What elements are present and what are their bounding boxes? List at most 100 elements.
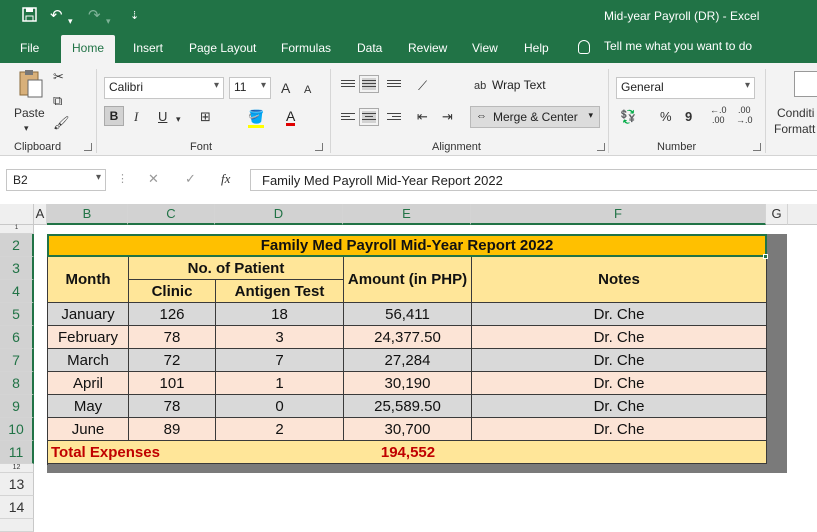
borders-icon[interactable]: ⊞ — [200, 109, 211, 125]
underline-dropdown-icon[interactable]: ▾ — [176, 111, 181, 127]
column-header-b[interactable]: B — [47, 204, 128, 225]
total-label-cell[interactable]: Total Expenses — [48, 441, 344, 464]
select-all-corner[interactable] — [0, 204, 34, 225]
conditional-formatting-icon[interactable] — [794, 71, 817, 97]
merge-dropdown-icon[interactable]: ▾ — [588, 110, 593, 121]
row-header-1[interactable]: 1 — [0, 225, 34, 234]
percent-style-button[interactable]: % — [660, 109, 672, 125]
conditional-formatting-label[interactable]: Conditi — [777, 105, 814, 121]
number-launcher-icon[interactable] — [753, 143, 761, 151]
header-clinic[interactable]: Clinic — [129, 280, 216, 303]
row-header-10[interactable]: 10 — [0, 418, 34, 441]
number-format-select[interactable]: General — [616, 77, 755, 99]
cell-notes[interactable]: Dr. Che — [472, 303, 767, 326]
accounting-format-icon[interactable]: 💱 — [620, 109, 636, 125]
column-header-h[interactable] — [788, 204, 817, 225]
cut-icon[interactable]: ✂ — [53, 69, 64, 85]
decrease-indent-icon[interactable]: ⇤ — [417, 109, 428, 125]
header-antigen[interactable]: Antigen Test — [216, 280, 344, 303]
redo-icon[interactable]: ↷ — [88, 7, 101, 25]
tab-review[interactable]: Review — [408, 41, 447, 55]
cell-clinic[interactable]: 78 — [129, 326, 216, 349]
cell-clinic[interactable]: 89 — [129, 418, 216, 441]
column-header-d[interactable]: D — [215, 204, 343, 225]
wrap-text-button[interactable]: Wrap Text — [492, 78, 546, 92]
row-header-4[interactable]: 4 — [0, 280, 34, 303]
row-header-7[interactable]: 7 — [0, 349, 34, 372]
middle-align-icon[interactable] — [359, 75, 379, 93]
row-header-13[interactable]: 13 — [0, 473, 34, 496]
cell-amount[interactable]: 24,377.50 — [344, 326, 472, 349]
header-month[interactable]: Month — [48, 257, 129, 303]
tab-file[interactable]: File — [20, 41, 39, 55]
tab-help[interactable]: Help — [524, 41, 549, 55]
cell-amount[interactable]: 56,411 — [344, 303, 472, 326]
cell-antigen[interactable]: 0 — [216, 395, 344, 418]
redo-dropdown-icon[interactable]: ▾ — [106, 12, 111, 30]
cell-antigen[interactable]: 7 — [216, 349, 344, 372]
row-header-9[interactable]: 9 — [0, 395, 34, 418]
cell-antigen[interactable]: 1 — [216, 372, 344, 395]
cell-antigen[interactable]: 2 — [216, 418, 344, 441]
format-painter-icon[interactable]: 🖌 — [53, 115, 70, 131]
top-align-icon[interactable] — [341, 78, 355, 90]
report-title-cell[interactable]: Family Med Payroll Mid-Year Report 2022 — [47, 234, 767, 257]
paste-label[interactable]: Paste — [14, 105, 45, 121]
wrap-text-icon[interactable]: ab — [474, 78, 486, 94]
formatting-label[interactable]: Formatt — [774, 121, 815, 137]
tab-insert[interactable]: Insert — [133, 41, 163, 55]
column-header-e[interactable]: E — [343, 204, 471, 225]
save-icon[interactable] — [22, 7, 37, 27]
total-notes-cell[interactable] — [472, 441, 767, 464]
undo-icon[interactable]: ↶ — [50, 7, 63, 25]
cell-month[interactable]: April — [48, 372, 129, 395]
align-center-icon[interactable] — [359, 108, 379, 126]
row-header-12[interactable]: 12 — [0, 464, 34, 473]
increase-decimal-icon[interactable]: ←.0.00 — [710, 105, 727, 125]
font-size-select[interactable]: 11 — [229, 77, 271, 99]
cell-notes[interactable]: Dr. Che — [472, 418, 767, 441]
fill-color-icon[interactable]: 🪣 — [248, 109, 265, 128]
row-header-14[interactable]: 14 — [0, 496, 34, 519]
clipboard-launcher-icon[interactable] — [84, 143, 92, 151]
cell-notes[interactable]: Dr. Che — [472, 326, 767, 349]
font-color-icon[interactable]: A — [286, 108, 296, 126]
column-header-c[interactable]: C — [128, 204, 215, 225]
cell-month[interactable]: February — [48, 326, 129, 349]
merge-center-button[interactable]: Merge & Center ▾ ⇔ — [470, 106, 600, 128]
enter-icon[interactable]: ✓ — [185, 171, 196, 187]
name-box[interactable]: B2 — [6, 169, 106, 191]
paste-icon[interactable] — [16, 69, 46, 98]
row-header-6[interactable]: 6 — [0, 326, 34, 349]
insert-function-icon[interactable]: fx — [221, 171, 230, 187]
tell-me-search[interactable]: Tell me what you want to do — [578, 39, 752, 54]
cell-clinic[interactable]: 78 — [129, 395, 216, 418]
tab-formulas[interactable]: Formulas — [281, 41, 331, 55]
underline-button[interactable]: U — [158, 109, 167, 125]
tab-view[interactable]: View — [472, 41, 498, 55]
bold-button[interactable]: B — [104, 106, 124, 126]
cell-month[interactable]: January — [48, 303, 129, 326]
grow-font-icon[interactable]: A — [281, 80, 290, 96]
cell-clinic[interactable]: 101 — [129, 372, 216, 395]
cell-notes[interactable]: Dr. Che — [472, 372, 767, 395]
paste-dropdown-icon[interactable]: ▾ — [24, 120, 29, 136]
cell-notes[interactable]: Dr. Che — [472, 349, 767, 372]
row-header-2[interactable]: 2 — [0, 234, 34, 257]
cell-amount[interactable]: 25,589.50 — [344, 395, 472, 418]
align-right-icon[interactable] — [387, 111, 401, 123]
cell-amount[interactable]: 30,190 — [344, 372, 472, 395]
undo-dropdown-icon[interactable]: ▾ — [68, 12, 73, 30]
cell-month[interactable]: May — [48, 395, 129, 418]
header-amount[interactable]: Amount (in PHP) — [344, 257, 472, 303]
align-left-icon[interactable] — [341, 111, 355, 123]
shrink-font-icon[interactable]: A — [304, 82, 311, 98]
cell-amount[interactable]: 27,284 — [344, 349, 472, 372]
total-value-cell[interactable]: 194,552 — [344, 441, 472, 464]
cell-month[interactable]: June — [48, 418, 129, 441]
orientation-icon[interactable]: ⟋ — [418, 78, 427, 94]
row-header-15[interactable] — [0, 519, 34, 532]
cell-antigen[interactable]: 3 — [216, 326, 344, 349]
formula-input[interactable]: Family Med Payroll Mid-Year Report 2022 — [250, 169, 817, 191]
cell-clinic[interactable]: 126 — [129, 303, 216, 326]
